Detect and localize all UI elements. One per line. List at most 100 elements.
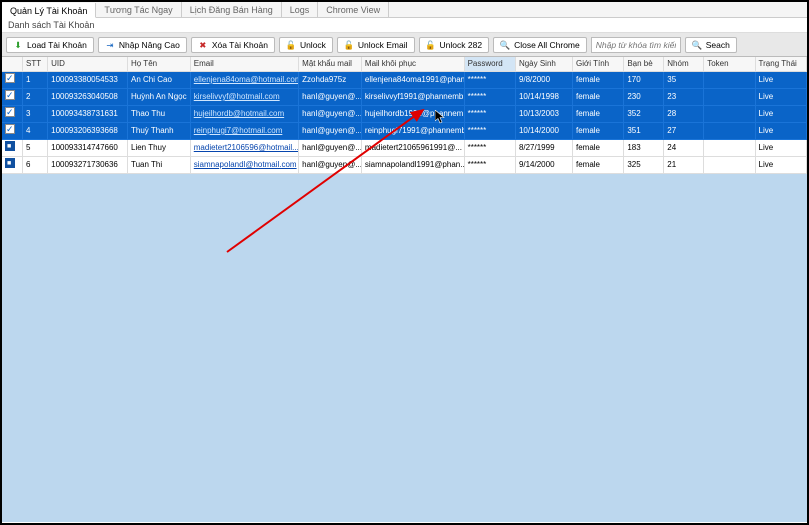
download-icon: ⬇ [13,40,23,50]
cell [2,123,23,140]
import-icon: ⇥ [105,40,115,50]
column-header[interactable]: Trạng Thái [755,57,806,72]
cell: 100093438731631 [48,106,128,123]
email-link[interactable]: siamnapolandl@hotmail.com [194,160,297,169]
cell: reinphugi7@hotmail.com [190,123,298,140]
cell: ****** [464,72,515,89]
email-link[interactable]: kirselivvyf@hotmail.com [194,92,280,101]
cell: Live [755,140,806,157]
unlock-email-button[interactable]: 🔓 Unlock Email [337,37,415,53]
search-icon: 🔍 [500,40,510,50]
column-header[interactable]: Nhóm [664,57,704,72]
cell [2,106,23,123]
cell [704,157,755,174]
row-checkbox[interactable] [5,158,15,168]
column-header[interactable] [2,57,23,72]
cell: 8/27/1999 [515,140,572,157]
row-checkbox[interactable] [5,107,15,117]
row-checkbox[interactable] [5,141,15,151]
cell: hanl@guyen@... [299,140,362,157]
cell: 100093263040508 [48,89,128,106]
cell: hanl@guyen@... [299,89,362,106]
tabs-bar: Quản Lý Tài KhoảnTương Tác NgayLịch Đăng… [2,2,807,18]
cell: Tuan Thi [128,157,191,174]
cell: kirselivvyf@hotmail.com [190,89,298,106]
email-link[interactable]: hujeilhordb@hotmail.com [194,109,284,118]
unlock-282-button[interactable]: 🔓 Unlock 282 [419,37,490,53]
unlock-icon: 🔓 [344,40,354,50]
column-header[interactable]: Bạn bè [624,57,664,72]
tab-logs[interactable]: Logs [282,2,319,17]
email-link[interactable]: ellenjena84oma@hotmail.com [194,75,299,84]
email-link[interactable]: reinphugi7@hotmail.com [194,126,283,135]
row-checkbox[interactable] [5,124,15,134]
cell: 21 [664,157,704,174]
grid-area: STTUIDHọ TênEmailMật khẩu mailMail khôi … [2,57,807,522]
cell: 100093206393668 [48,123,128,140]
search-input[interactable] [591,37,681,53]
search-button[interactable]: 🔍 Seach [685,37,737,53]
unlock-icon: 🔓 [426,40,436,50]
cell: 1 [23,72,48,89]
column-header[interactable]: Giới Tính [572,57,623,72]
row-checkbox[interactable] [5,90,15,100]
cell: 10/14/1998 [515,89,572,106]
tab-tương-tác-ngay[interactable]: Tương Tác Ngay [96,2,181,17]
cell: 4 [23,123,48,140]
cell: madietert21065961991@... [361,140,464,157]
tab-chrome-view[interactable]: Chrome View [318,2,389,17]
button-label: Load Tài Khoản [27,40,87,50]
table-row[interactable]: 3100093438731631Thao Thuhujeilhordb@hotm… [2,106,807,123]
cell: ****** [464,106,515,123]
cell: Huỳnh An Ngọc [128,89,191,106]
cell [704,123,755,140]
column-header[interactable]: Họ Tên [128,57,191,72]
load-accounts-button[interactable]: ⬇ Load Tài Khoản [6,37,94,53]
cell: madietert2106596@hotmail... [190,140,298,157]
cell: 230 [624,89,664,106]
button-label: Unlock Email [358,40,408,50]
cell: Lien Thuy [128,140,191,157]
button-label: Close All Chrome [514,40,580,50]
cell: female [572,106,623,123]
delete-icon: ✖ [198,40,208,50]
cell: 100093380054533 [48,72,128,89]
cell: ****** [464,89,515,106]
cell [704,89,755,106]
row-checkbox[interactable] [5,73,15,83]
cell [2,140,23,157]
cell: ellenjena84oma1991@phan... [361,72,464,89]
cell: 100093271730636 [48,157,128,174]
accounts-table[interactable]: STTUIDHọ TênEmailMật khẩu mailMail khôi … [2,57,807,174]
table-row[interactable]: 5100093314747660Lien Thuymadietert210659… [2,140,807,157]
column-header[interactable]: Mail khôi phục [361,57,464,72]
tab-lịch-đăng-bán-hàng[interactable]: Lịch Đăng Bán Hàng [182,2,282,17]
cell: Thao Thu [128,106,191,123]
unlock-button[interactable]: 🔓 Unlock [279,37,333,53]
column-header[interactable]: UID [48,57,128,72]
close-all-chrome-button[interactable]: 🔍 Close All Chrome [493,37,587,53]
cell: reinphugi71991@phannemb... [361,123,464,140]
column-header[interactable]: Ngày Sinh [515,57,572,72]
cell: hujeilhordb1991@phannem... [361,106,464,123]
cell: Live [755,123,806,140]
table-row[interactable]: 6100093271730636Tuan Thisiamnapolandl@ho… [2,157,807,174]
table-row[interactable]: 2100093263040508Huỳnh An Ngọckirselivvyf… [2,89,807,106]
column-header[interactable]: Mật khẩu mail [299,57,362,72]
cell: female [572,89,623,106]
column-header[interactable]: STT [23,57,48,72]
email-link[interactable]: madietert2106596@hotmail... [194,143,299,152]
cell [2,89,23,106]
column-header[interactable]: Token [704,57,755,72]
search-icon: 🔍 [692,40,702,50]
column-header[interactable]: Password [464,57,515,72]
table-row[interactable]: 1100093380054533An Chi Caoellenjena84oma… [2,72,807,89]
cell [2,157,23,174]
toolbar: ⬇ Load Tài Khoản ⇥ Nhập Nâng Cao ✖ Xóa T… [2,33,807,57]
tab-quản-lý-tài-khoản[interactable]: Quản Lý Tài Khoản [2,3,96,18]
delete-account-button[interactable]: ✖ Xóa Tài Khoản [191,37,275,53]
column-header[interactable]: Email [190,57,298,72]
table-row[interactable]: 4100093206393668Thuỳ Thanhreinphugi7@hot… [2,123,807,140]
import-advanced-button[interactable]: ⇥ Nhập Nâng Cao [98,37,187,53]
cell: 5 [23,140,48,157]
